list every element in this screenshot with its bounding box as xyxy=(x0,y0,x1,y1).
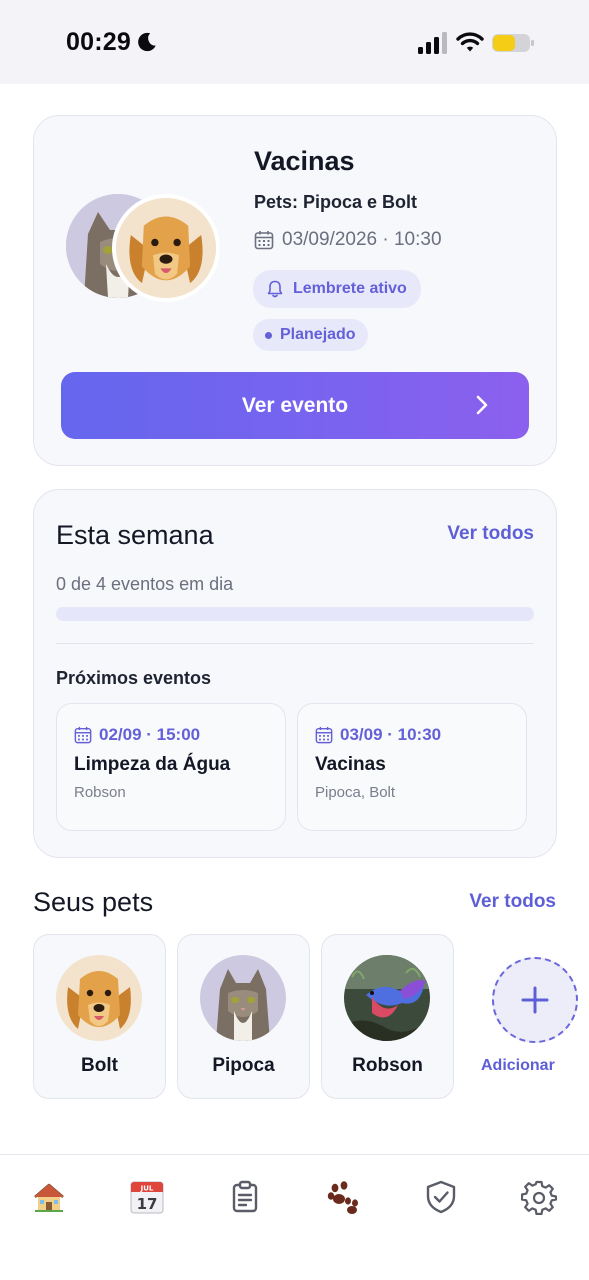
status-badge: Planejado xyxy=(253,319,368,351)
paw-icon xyxy=(327,1181,358,1214)
add-pet-circle[interactable] xyxy=(492,957,578,1043)
event-pet-names: Robson xyxy=(74,784,126,801)
event-pet-names: Pipoca, Bolt xyxy=(315,784,396,801)
week-progress-bar xyxy=(56,607,534,621)
home-icon xyxy=(34,1183,64,1212)
nav-health[interactable] xyxy=(421,1177,461,1217)
battery-icon xyxy=(492,34,534,52)
moon-icon xyxy=(138,32,156,52)
add-pet-button[interactable]: Adicionar xyxy=(481,957,589,1087)
cat-photo xyxy=(200,955,286,1041)
calendar-icon xyxy=(254,231,274,250)
add-pet-label: Adicionar xyxy=(481,1057,555,1074)
nav-home[interactable] xyxy=(29,1177,69,1217)
status-bar: 00:29 xyxy=(0,0,589,84)
calendar-icon xyxy=(74,726,92,744)
calendar-month: JUL xyxy=(140,1185,154,1193)
calendar-day: 17 xyxy=(137,1195,158,1213)
pet-name: Bolt xyxy=(81,1055,118,1076)
nav-records[interactable] xyxy=(225,1177,265,1217)
dog-photo xyxy=(56,955,142,1041)
pet-avatar-stack xyxy=(66,194,226,302)
upcoming-event-card[interactable]: 03/09 · 10:30 Vacinas Pipoca, Bolt xyxy=(297,703,527,831)
nav-pets[interactable] xyxy=(323,1177,363,1217)
dog-avatar xyxy=(112,194,220,302)
plus-icon xyxy=(521,986,549,1014)
week-summary-card: Esta semana Ver todos 0 de 4 eventos em … xyxy=(33,489,557,858)
app-screen: 00:29 Vacinas Pets: Pipoca e Bolt 03/09/… xyxy=(0,0,589,1280)
event-date: 02/09 · 15:00 xyxy=(99,725,201,744)
wifi-icon xyxy=(456,32,484,52)
week-view-all-link[interactable]: Ver todos xyxy=(447,523,534,545)
calendar-icon xyxy=(315,726,333,744)
bottom-nav: JUL 17 xyxy=(0,1154,589,1280)
event-date: 03/09 · 10:30 xyxy=(340,725,442,744)
view-event-label: Ver evento xyxy=(241,393,349,417)
status-time: 00:29 xyxy=(66,28,131,56)
next-event-card[interactable]: Vacinas Pets: Pipoca e Bolt 03/09/2026 ·… xyxy=(33,115,557,466)
event-datetime-row: 03/09/2026 · 10:30 xyxy=(254,229,442,251)
nav-calendar[interactable]: JUL 17 xyxy=(127,1177,167,1217)
pet-card-pipoca[interactable]: Pipoca xyxy=(177,934,310,1099)
status-dot xyxy=(265,331,272,339)
event-pets: Pets: Pipoca e Bolt xyxy=(254,192,418,212)
pet-card-bolt[interactable]: Bolt xyxy=(33,934,166,1099)
pet-card-robson[interactable]: Robson xyxy=(321,934,454,1099)
week-title: Esta semana xyxy=(56,520,214,550)
pet-name: Pipoca xyxy=(212,1055,275,1076)
bell-icon xyxy=(267,280,283,298)
view-event-button[interactable]: Ver evento xyxy=(61,372,529,439)
chevron-right-icon xyxy=(476,395,488,415)
status-label: Planejado xyxy=(280,326,356,343)
fish-photo xyxy=(344,955,430,1041)
pet-name: Robson xyxy=(352,1055,423,1076)
gear-icon xyxy=(521,1180,557,1215)
nav-settings[interactable] xyxy=(519,1177,559,1217)
calendar-icon: JUL 17 xyxy=(130,1181,164,1214)
pets-view-all-link[interactable]: Ver todos xyxy=(469,891,556,913)
event-datetime: 03/09/2026 · 10:30 xyxy=(282,229,442,250)
upcoming-event-card[interactable]: 02/09 · 15:00 Limpeza da Água Robson xyxy=(56,703,286,831)
divider xyxy=(56,643,534,644)
event-name: Vacinas xyxy=(315,754,386,775)
cellular-signal-icon xyxy=(418,32,447,54)
reminder-label: Lembrete ativo xyxy=(293,280,407,297)
event-date-row: 03/09 · 10:30 xyxy=(315,725,441,745)
event-title: Vacinas xyxy=(254,146,355,176)
upcoming-events-title: Próximos eventos xyxy=(56,668,212,688)
pets-section-title: Seus pets xyxy=(33,887,154,917)
event-date-row: 02/09 · 15:00 xyxy=(74,725,200,745)
reminder-badge: Lembrete ativo xyxy=(253,270,421,308)
clipboard-icon xyxy=(232,1180,258,1213)
shield-check-icon xyxy=(426,1180,456,1214)
event-name: Limpeza da Água xyxy=(74,754,231,775)
week-progress-text: 0 de 4 eventos em dia xyxy=(56,574,234,594)
